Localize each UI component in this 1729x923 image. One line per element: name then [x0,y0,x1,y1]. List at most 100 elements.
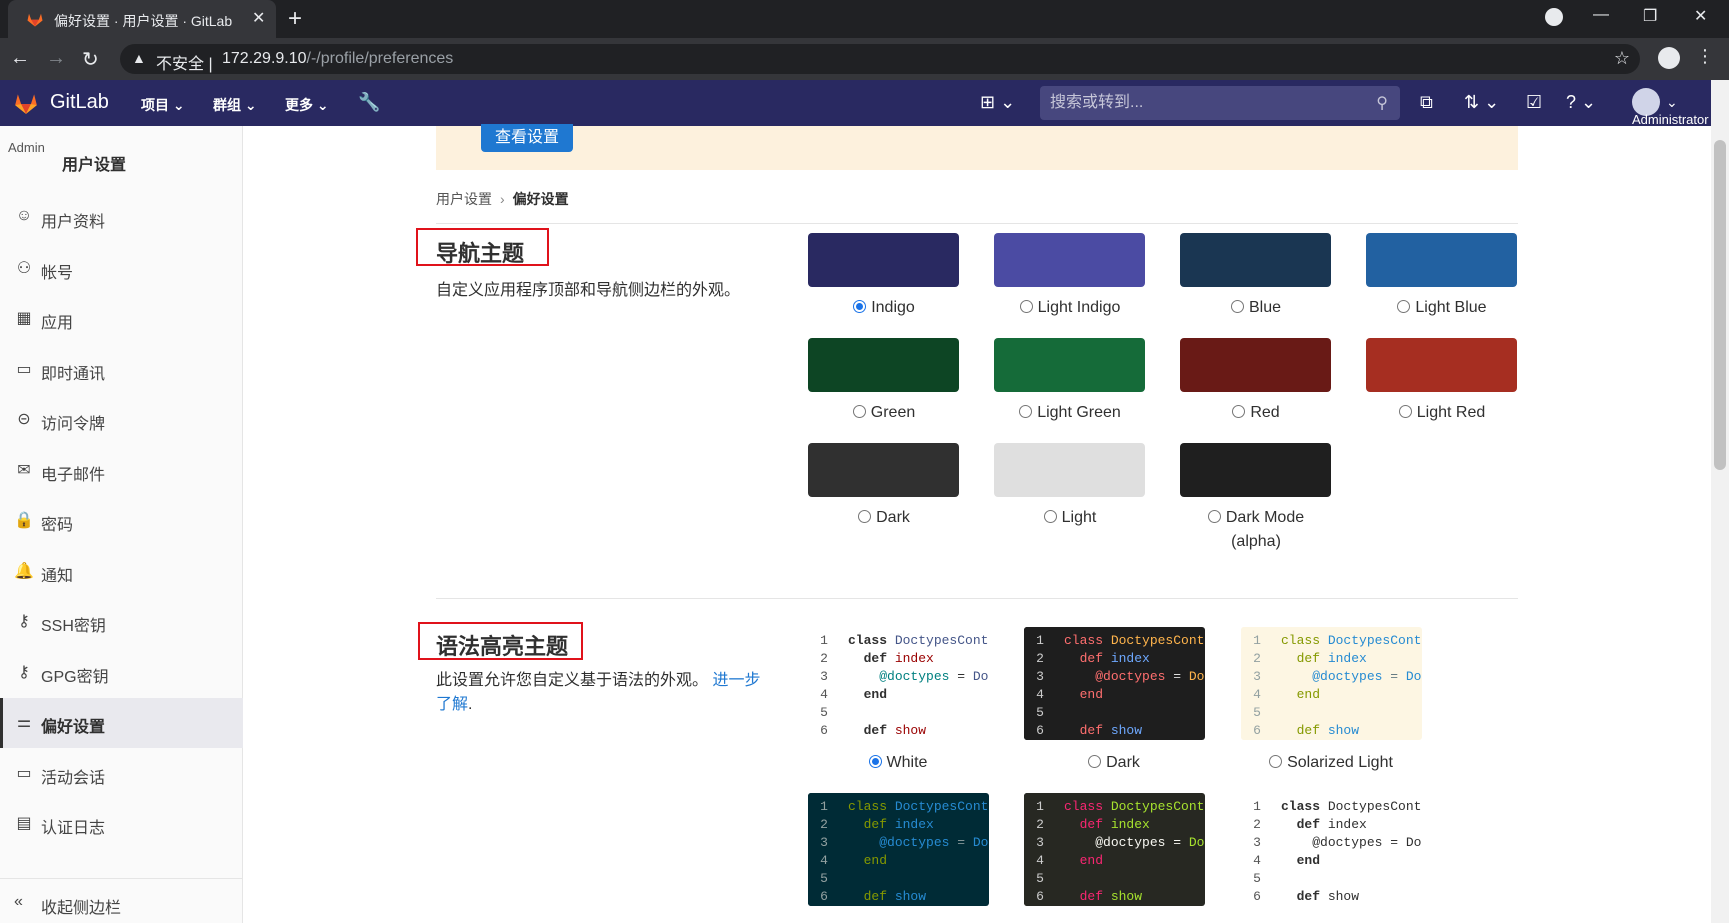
theme-swatch[interactable] [1366,338,1517,392]
todo-icon[interactable]: ☑ [1526,92,1542,113]
theme-option[interactable]: Light Blue [1352,296,1532,320]
theme-option[interactable]: Indigo [794,296,974,320]
browser-tab[interactable]: 偏好设置 · 用户设置 · GitLab ✕ [8,0,276,38]
search-icon[interactable]: ⚲ [1376,93,1388,113]
collapse-sidebar-button[interactable]: « 收起侧边栏 [0,878,243,923]
radio-button[interactable] [853,300,867,313]
sidebar-item[interactable]: ⚌ 偏好设置 [0,698,243,748]
new-tab-icon[interactable]: + [288,5,302,33]
nav-groups[interactable]: 群组 ⌄ [213,95,257,115]
browser-tabbar: 偏好设置 · 用户设置 · GitLab ✕ + — ❐ ✕ [0,0,1729,38]
breadcrumb-parent[interactable]: 用户设置 [436,191,492,207]
theme-option[interactable]: Dark [794,506,974,530]
theme-swatch[interactable] [994,443,1145,497]
back-icon[interactable]: ← [10,47,30,70]
radio-button[interactable] [1232,405,1246,418]
search-input[interactable] [1050,93,1350,113]
radio-button[interactable] [1207,510,1221,523]
sidebar-item[interactable]: 🔒 密码 [0,496,243,546]
theme-swatch[interactable] [808,233,959,287]
browser-menu-icon[interactable]: ⋮ [1696,46,1714,67]
gitlab-logo-icon[interactable] [12,90,40,116]
browser-profile-icon[interactable] [1658,47,1680,69]
theme-option[interactable]: Light [980,506,1160,530]
syntax-theme-description: 此设置允许您自定义基于语法的外观。 进一步了解. [436,672,761,713]
sidebar-item[interactable]: ▤ 认证日志 [0,799,243,849]
syntax-theme-option[interactable]: Dark [1024,751,1204,775]
theme-option[interactable]: Light Red [1352,401,1532,425]
syntax-preview[interactable]: 1 2 3 4 5 6 class DoctypesCont def index @doct… [1241,793,1422,906]
sidebar-item[interactable]: ✉ 电子邮件 [0,446,243,496]
url-field[interactable]: ▲ 不安全 | 172.29.9.10/-/profile/preference… [120,44,1640,74]
sidebar-item[interactable]: 🔔 通知 [0,547,243,597]
view-settings-button[interactable]: 查看设置 [481,124,573,152]
sidebar-item[interactable]: ☺ 用户资料 [0,193,243,243]
theme-swatch[interactable] [1180,443,1331,497]
line-number: 2 [820,817,828,832]
radio-button[interactable] [1230,300,1244,313]
theme-option[interactable]: Dark Mode (alpha) [1166,506,1346,554]
nav-projects[interactable]: 项目 ⌄ [141,95,185,115]
bookmark-star-icon[interactable]: ☆ [1614,48,1630,69]
forward-icon[interactable]: → [46,47,66,70]
theme-swatch[interactable] [1366,233,1517,287]
page-scrollbar[interactable] [1711,80,1729,923]
sidebar-item[interactable]: ⚷ GPG密钥 [0,648,243,698]
sidebar-item[interactable]: ⚇ 帐号 [0,244,243,294]
syntax-preview[interactable]: 1 2 3 4 5 6 class DoctypesCont def index @doct… [1024,793,1205,906]
restore-icon[interactable]: ❐ [1643,6,1657,26]
theme-swatch[interactable] [1180,338,1331,392]
gitlab-brand[interactable]: GitLab [50,91,109,114]
theme-swatch[interactable] [1180,233,1331,287]
radio-button[interactable] [1398,405,1412,418]
tab-close-icon[interactable]: ✕ [252,8,265,28]
radio-button[interactable] [852,405,866,418]
radio-button[interactable] [868,755,882,768]
sidebar-item[interactable]: ⊝ 访问令牌 [0,395,243,445]
theme-swatch[interactable] [994,338,1145,392]
theme-swatch[interactable] [808,338,959,392]
issues-icon[interactable]: ⧉ [1420,92,1433,113]
admin-wrench-icon[interactable]: 🔧 [358,92,380,113]
theme-option[interactable]: Light Indigo [980,296,1160,320]
radio-button[interactable] [1019,405,1033,418]
tab-search-icon[interactable] [1545,8,1563,26]
syntax-preview[interactable]: 1 2 3 4 5 6 class DoctypesCont def index @doct… [808,627,989,740]
sidebar-header[interactable]: Admin 用户设置 [0,126,243,186]
nav-more[interactable]: 更多 ⌄ [285,95,329,115]
help-icon[interactable]: ? ⌄ [1566,92,1596,113]
syntax-preview[interactable]: 1 2 3 4 5 6 class DoctypesCont def index @doct… [1024,627,1205,740]
radio-button[interactable] [1269,755,1283,768]
syntax-theme-option[interactable]: White [808,751,988,775]
theme-option[interactable]: Red [1166,401,1346,425]
syntax-theme-option[interactable]: Solarized Light [1241,751,1421,775]
reload-icon[interactable]: ↻ [82,47,99,72]
window-close-icon[interactable]: ✕ [1694,6,1707,26]
syntax-preview[interactable]: 1 2 3 4 5 6 class DoctypesCont def index @doct… [808,793,989,906]
radio-button[interactable] [1019,300,1033,313]
sidebar-item[interactable]: ▦ 应用 [0,294,243,344]
syntax-preview[interactable]: 1 2 3 4 5 6 class DoctypesCont def index @doct… [1241,627,1422,740]
theme-swatch[interactable] [808,443,959,497]
radio-button[interactable] [1043,510,1057,523]
theme-swatch[interactable] [994,233,1145,287]
code-line: def index [1079,817,1150,832]
nav-theme-title-box: 导航主题 [416,228,549,266]
merge-requests-icon[interactable]: ⇅ ⌄ [1464,92,1499,113]
theme-option[interactable]: Light Green [980,401,1160,425]
scrollbar-thumb[interactable] [1714,140,1726,470]
sidebar-item[interactable]: ▭ 即时通讯 [0,345,243,395]
breadcrumb-current: 偏好设置 [512,191,569,207]
minimize-icon[interactable]: — [1593,6,1609,24]
chevron-down-icon[interactable]: ⌄ [1666,94,1678,111]
new-item-plus-icon[interactable]: ⊞ ⌄ [980,92,1015,113]
sidebar-item[interactable]: ▭ 活动会话 [0,749,243,799]
theme-option[interactable]: Blue [1166,296,1346,320]
syntax-theme-label: White [886,754,928,771]
radio-button[interactable] [858,510,872,523]
radio-button[interactable] [1088,755,1102,768]
sidebar-item[interactable]: ⚷ SSH密钥 [0,597,243,647]
theme-option[interactable]: Green [794,401,974,425]
radio-button[interactable] [1397,300,1411,313]
